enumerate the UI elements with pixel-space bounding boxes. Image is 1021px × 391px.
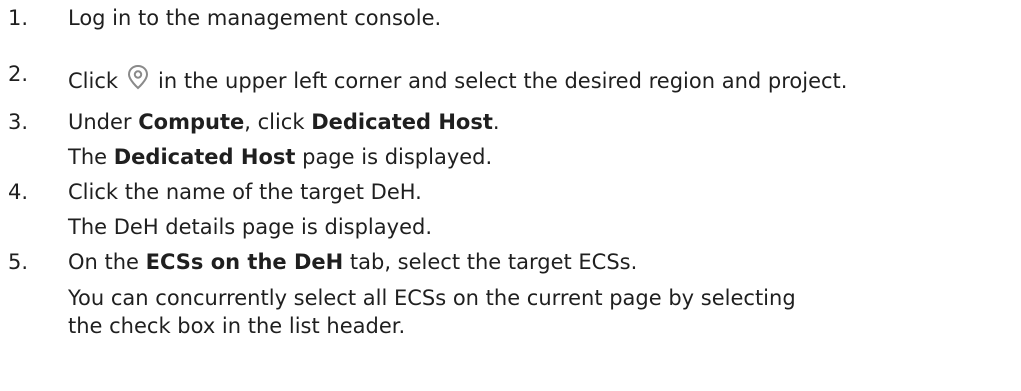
step-number: 2. xyxy=(8,62,29,86)
step-number: 3. xyxy=(8,110,29,134)
step-4-result: The DeH details page is displayed. xyxy=(68,215,432,239)
ui-term-ecss-on-the-deh: ECSs on the DeH xyxy=(145,250,344,274)
step-text: Under Compute, click Dedicated Host. xyxy=(68,110,500,134)
step-text: Log in to the management console. xyxy=(68,6,442,30)
text-segment: . xyxy=(492,110,500,134)
text-segment: Under xyxy=(68,110,139,134)
step-text: Click the name of the target DeH. xyxy=(68,180,422,204)
step-5-note: You can concurrently select all ECSs on … xyxy=(68,286,796,338)
step-3-result: The Dedicated Host page is displayed. xyxy=(68,145,492,169)
step-number: 4. xyxy=(8,180,29,204)
text-segment: page is displayed. xyxy=(295,145,493,169)
text-segment: The xyxy=(68,145,114,169)
step-number: 1. xyxy=(8,6,29,30)
step-text-before: Click xyxy=(68,69,119,93)
text-segment: On the xyxy=(68,250,146,274)
ui-term-dedicated-host: Dedicated Host xyxy=(113,145,296,169)
step-number: 5. xyxy=(8,250,29,274)
text-segment: tab, select the target ECSs. xyxy=(343,250,638,274)
step-text-after: in the upper left corner and select the … xyxy=(158,69,848,93)
step-text: On the ECSs on the DeH tab, select the t… xyxy=(68,250,637,274)
location-pin-icon xyxy=(124,62,152,92)
ui-term-compute: Compute xyxy=(138,110,245,134)
step-text: Click in the upper left corner and select… xyxy=(68,62,847,93)
ui-term-dedicated-host: Dedicated Host xyxy=(311,110,493,134)
text-segment: , click xyxy=(244,110,312,134)
